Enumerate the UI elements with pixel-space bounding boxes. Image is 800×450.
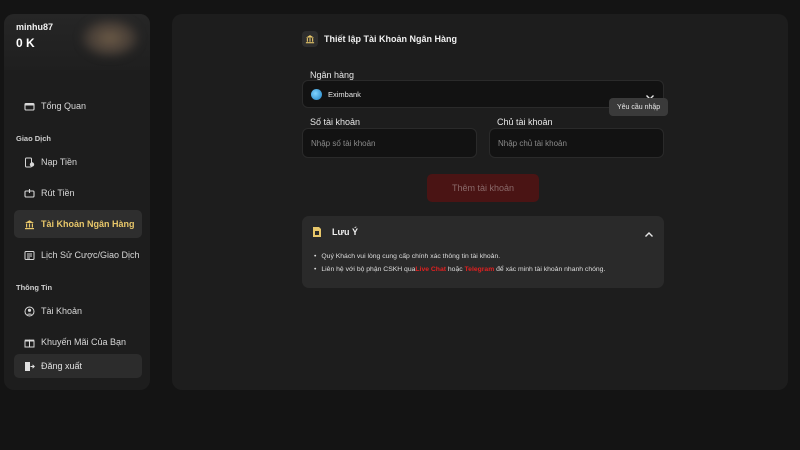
eximbank-logo (311, 88, 322, 100)
account-summary: minhu87 0 K (4, 14, 150, 70)
sidebar-item-label: Tổng Quan (41, 101, 87, 111)
sidebar-item-history[interactable]: Lịch Sử Cược/Giao Dịch (14, 241, 142, 269)
note-line-2-or: hoặc (446, 266, 465, 273)
page-title: Thiết lập Tài Khoản Ngân Hàng (302, 28, 664, 50)
sidebar-item-bank-account[interactable]: Tài Khoản Ngân Hàng (14, 210, 142, 238)
list-item: Liên hệ với bộ phận CSKH qua Live Chat h… (314, 266, 605, 273)
sidebar-item-label: Tài Khoản (41, 306, 83, 316)
sim-icon (312, 226, 322, 238)
note-panel: Lưu Ý Quý Khách vui lòng cung cấp chính … (302, 216, 664, 288)
note-line-1: Quý Khách vui lòng cung cấp chính xác th… (321, 253, 501, 260)
sidebar-item-label: Nạp Tiền (41, 157, 78, 167)
logout-icon (24, 361, 35, 372)
note-title: Lưu Ý (332, 227, 359, 237)
bank-label: Ngân hàng (310, 70, 355, 80)
account-number-placeholder: Nhập số tài khoản (311, 138, 376, 148)
note-line-2-end: để xác minh tài khoản nhanh chóng. (494, 266, 606, 273)
live-chat-link[interactable]: Live Chat (415, 266, 446, 273)
account-holder-input[interactable]: Nhập chủ tài khoản (489, 128, 664, 158)
page-title-text: Thiết lập Tài Khoản Ngân Hàng (324, 34, 458, 44)
section-label-info: Thông Tin (16, 283, 53, 292)
sidebar-item-label: Rút Tiền (41, 188, 75, 198)
account-number-label: Số tài khoản (310, 117, 361, 127)
balance: 0 K (16, 36, 35, 50)
withdraw-icon (24, 188, 35, 199)
add-account-button[interactable]: Thêm tài khoản (427, 174, 539, 202)
account-number-input[interactable]: Nhập số tài khoản (302, 128, 477, 158)
sidebar-item-profile[interactable]: Tài Khoản (14, 297, 142, 325)
bank-account-form: Thiết lập Tài Khoản Ngân Hàng Ngân hàng … (302, 28, 669, 288)
account-holder-placeholder: Nhập chủ tài khoản (498, 138, 567, 148)
required-tooltip: Yêu cầu nhập (609, 98, 669, 116)
bank-icon (24, 219, 35, 230)
account-holder-label: Chủ tài khoản (497, 117, 553, 127)
telegram-link[interactable]: Telegram (465, 266, 495, 273)
note-header[interactable]: Lưu Ý (312, 226, 358, 238)
sidebar-item-label: Khuyến Mãi Của Bạn (41, 337, 127, 347)
sidebar-item-promotions[interactable]: Khuyến Mãi Của Bạn (14, 328, 142, 356)
history-icon (24, 250, 35, 261)
note-line-2-text: Liên hệ với bộ phận CSKH qua (321, 266, 416, 273)
bank-select-value: Eximbank (328, 89, 361, 99)
main-panel: Thiết lập Tài Khoản Ngân Hàng Ngân hàng … (172, 14, 788, 390)
logout-button[interactable]: Đăng xuất (14, 354, 142, 378)
gift-icon (24, 337, 35, 348)
deposit-icon (24, 157, 35, 168)
note-list: Quý Khách vui lòng cung cấp chính xác th… (314, 253, 605, 279)
username: minhu87 (16, 22, 54, 32)
user-icon (24, 306, 35, 317)
sidebar-item-withdraw[interactable]: Rút Tiền (14, 179, 142, 207)
sidebar-item-label: Lịch Sử Cược/Giao Dịch (41, 250, 140, 260)
sidebar: minhu87 0 K Tổng Quan Giao Dịch Nạp Tiền… (4, 14, 150, 390)
logout-label: Đăng xuất (41, 361, 83, 371)
sidebar-item-deposit[interactable]: Nạp Tiền (14, 148, 142, 176)
bank-icon (302, 31, 318, 47)
sidebar-item-label: Tài Khoản Ngân Hàng (41, 219, 135, 229)
chevron-up-icon[interactable] (644, 227, 654, 237)
list-item: Quý Khách vui lòng cung cấp chính xác th… (314, 253, 605, 260)
section-label-transactions: Giao Dịch (16, 134, 52, 143)
sidebar-item-overview[interactable]: Tổng Quan (14, 92, 142, 120)
wallet-icon (24, 101, 35, 112)
